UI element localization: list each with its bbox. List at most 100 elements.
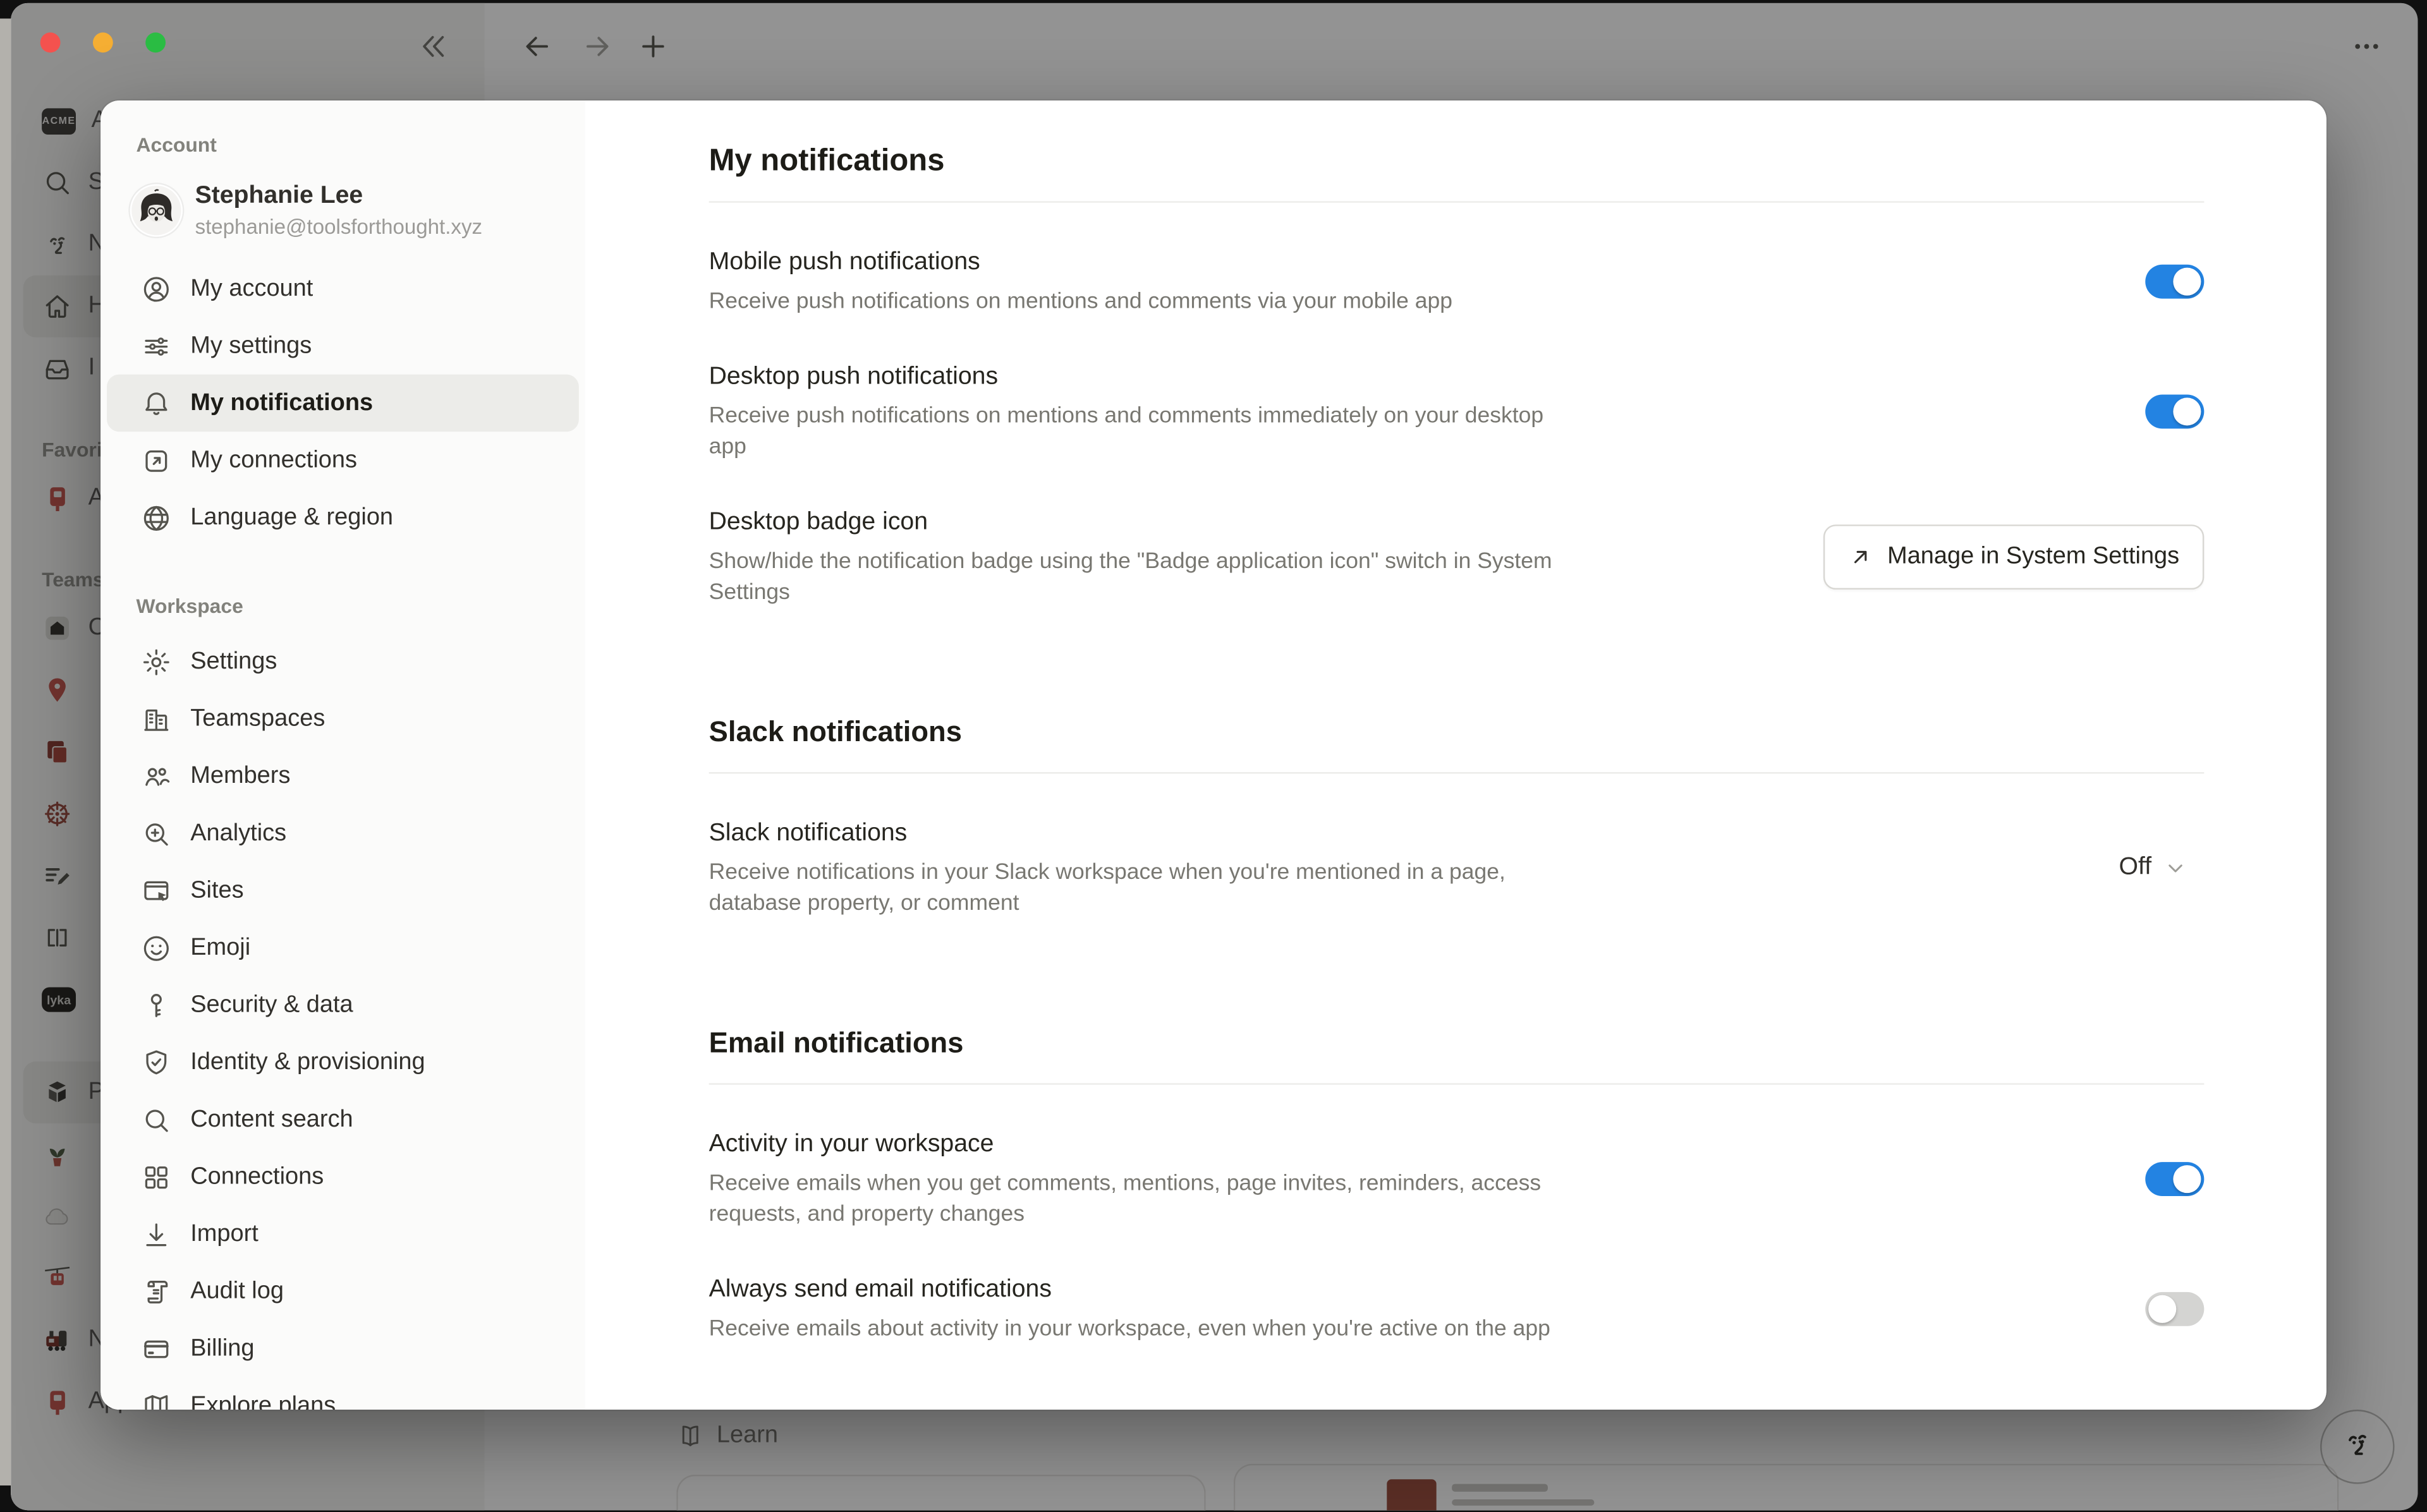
settings-sidebar-item-label: Audit log: [190, 1278, 284, 1305]
setting-row-mobile-push-notifications: Mobile push notifications Receive push no…: [709, 246, 2205, 317]
settings-sidebar-item-label: Analytics: [190, 820, 286, 847]
settings-sidebar-item-import[interactable]: Import: [107, 1206, 579, 1263]
settings-sidebar-item-audit-log[interactable]: Audit log: [107, 1262, 579, 1320]
globe-icon: [141, 502, 172, 533]
settings-sidebar-item-security-data[interactable]: Security & data: [107, 976, 579, 1034]
setting-description: Receive push notifications on mentions a…: [709, 401, 1585, 463]
setting-text: Activity in your workspaceReceive emails…: [709, 1128, 1585, 1230]
sliders-icon: [141, 330, 172, 361]
settings-sidebar-item-members[interactable]: Members: [107, 747, 579, 805]
gear-icon: [141, 646, 172, 677]
settings-section-my-notifications: My notifications Mobile push notification…: [709, 142, 2205, 608]
search-icon: [141, 1104, 172, 1135]
divider: [709, 1083, 2205, 1084]
settings-sidebar-item-my-settings[interactable]: My settings: [107, 317, 579, 375]
manage-in-system-settings-button[interactable]: Manage in System Settings: [1824, 524, 2205, 590]
settings-section-email-notifications: Email notifications Activity in your work…: [709, 1024, 2205, 1345]
key-icon: [141, 989, 172, 1020]
building-icon: [141, 703, 172, 734]
toggle-activity-in-your-workspace[interactable]: [2145, 1162, 2204, 1196]
download-icon: [141, 1219, 172, 1250]
setting-row-slack-notifications: Slack notificationsReceive notifications…: [709, 817, 2205, 919]
toggle-knob: [2173, 397, 2201, 425]
settings-sidebar-item-identity-provisioning[interactable]: Identity & provisioning: [107, 1034, 579, 1091]
setting-row-desktop-push-notifications: Desktop push notifications Receive push n…: [709, 361, 2205, 463]
button-label: Manage in System Settings: [1887, 543, 2179, 571]
toggle-knob: [2173, 1165, 2201, 1193]
toggle-mobile-push-notifications[interactable]: [2145, 265, 2204, 299]
settings-sidebar-item-connections[interactable]: Connections: [107, 1148, 579, 1206]
settings-sidebar-item-label: My settings: [190, 332, 312, 360]
chevron-down-icon: [2165, 858, 2186, 878]
setting-description: Receive emails about activity in your wo…: [709, 1314, 1585, 1345]
settings-sidebar-item-analytics[interactable]: Analytics: [107, 804, 579, 862]
user-name: Stephanie Lee: [195, 181, 561, 212]
section-title: My notifications: [709, 142, 2205, 179]
settings-sidebar-item-label: Content search: [190, 1106, 353, 1134]
toggle-knob: [2148, 1295, 2176, 1323]
zoom-window-button[interactable]: [145, 32, 166, 52]
settings-sidebar-item-label: Security & data: [190, 991, 353, 1019]
divider: [709, 772, 2205, 773]
screen: ACMEASNHIFavoriATeamsClykaPNew Hire Onbo…: [0, 0, 2427, 1512]
settings-sidebar-item-label: Identity & provisioning: [190, 1048, 425, 1076]
setting-text: Slack notificationsReceive notifications…: [709, 817, 1585, 919]
settings-sidebar-item-my-notifications[interactable]: My notifications: [107, 375, 579, 432]
slack-notifications-dropdown[interactable]: Off: [2119, 854, 2186, 882]
settings-sidebar-item-label: My notifications: [190, 389, 373, 417]
setting-label: Slack notifications: [709, 817, 1585, 849]
section-title: Slack notifications: [709, 713, 2205, 751]
settings-sidebar-item-label: My account: [190, 275, 313, 303]
setting-description: Receive emails when you get comments, me…: [709, 1168, 1585, 1230]
user-email: stephanie@toolsforthought.xyz: [195, 213, 561, 239]
setting-text: Desktop badge icon Show/hide the notifica…: [709, 506, 1585, 608]
app-window: ACMEASNHIFavoriATeamsClykaPNew Hire Onbo…: [11, 3, 2418, 1510]
toggle-desktop-push-notifications[interactable]: [2145, 394, 2204, 428]
settings-sidebar-item-my-connections[interactable]: My connections: [107, 432, 579, 489]
setting-label: Always send email notifications: [709, 1274, 1585, 1306]
settings-sidebar-item-teamspaces[interactable]: Teamspaces: [107, 690, 579, 747]
toggle-always-send-email-notifications[interactable]: [2145, 1292, 2204, 1326]
minimize-window-button[interactable]: [93, 32, 113, 52]
workspace-section-header: Workspace: [100, 594, 585, 622]
smiley-icon: [141, 933, 172, 964]
settings-sidebar-item-label: Sites: [190, 876, 243, 904]
account-items-list: My account My settings My notifications My …: [100, 260, 585, 546]
setting-description: Receive push notifications on mentions a…: [709, 286, 1585, 317]
settings-sidebar: Account: [100, 100, 585, 1410]
settings-sidebar-item-label: Emoji: [190, 934, 250, 962]
bell-icon: [141, 387, 172, 418]
grid-icon: [141, 1161, 172, 1192]
settings-content: My notifications Mobile push notification…: [585, 100, 2327, 1410]
toggle-knob: [2173, 268, 2201, 296]
workspace-items-list: SettingsTeamspacesMembers Analytics Sites E…: [100, 633, 585, 1410]
settings-sidebar-item-my-account[interactable]: My account: [107, 260, 579, 317]
setting-label: Desktop push notifications: [709, 361, 1585, 393]
browser-cursor-icon: [141, 875, 172, 906]
settings-sidebar-item-billing[interactable]: Billing: [107, 1320, 579, 1377]
settings-sidebar-item-emoji[interactable]: Emoji: [107, 919, 579, 977]
settings-dialog: Account: [100, 100, 2327, 1410]
account-user[interactable]: Stephanie Lee stephanie@toolsforthought.…: [118, 175, 573, 246]
settings-sidebar-item-language-region[interactable]: Language & region: [107, 489, 579, 547]
setting-label: Desktop badge icon: [709, 506, 1585, 538]
settings-sidebar-item-sites[interactable]: Sites: [107, 862, 579, 919]
map-icon: [141, 1390, 172, 1410]
setting-label: Mobile push notifications: [709, 246, 1585, 278]
close-window-button[interactable]: [40, 32, 61, 52]
zoom-plus-icon: [141, 818, 172, 849]
settings-sidebar-item-settings[interactable]: Settings: [107, 633, 579, 691]
settings-sidebar-item-explore-plans[interactable]: Explore plans: [107, 1377, 579, 1410]
settings-section-slack-notifications: Slack notificationsSlack notificationsRe…: [709, 713, 2205, 919]
settings-sidebar-item-label: Billing: [190, 1334, 254, 1362]
settings-sidebar-item-label: My connections: [190, 447, 357, 475]
share-square-icon: [141, 445, 172, 476]
setting-description: Show/hide the notification badge using t…: [709, 546, 1585, 608]
setting-row-always-send-email-notifications: Always send email notifications Receive e…: [709, 1274, 2205, 1345]
settings-sidebar-item-label: Explore plans: [190, 1392, 336, 1410]
dropdown-value: Off: [2119, 854, 2152, 882]
settings-sidebar-item-label: Import: [190, 1220, 259, 1248]
settings-sidebar-item-content-search[interactable]: Content search: [107, 1091, 579, 1149]
setting-row-desktop-badge-icon: Desktop badge icon Show/hide the notifica…: [709, 506, 2205, 608]
section-title: Email notifications: [709, 1024, 2205, 1061]
